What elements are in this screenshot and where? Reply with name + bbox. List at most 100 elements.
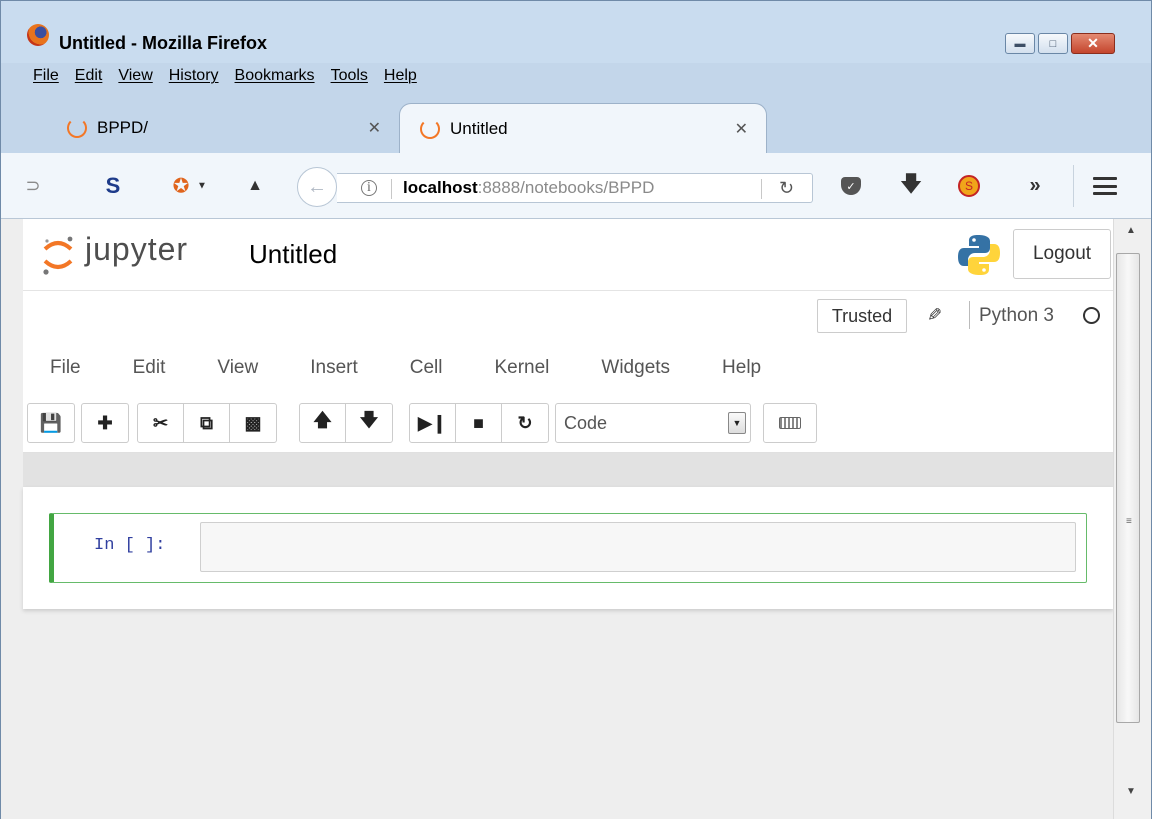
firefox-window: Untitled - Mozilla Firefox ▬ □ ✕ File Ed… <box>0 0 1152 819</box>
maximize-button[interactable]: □ <box>1038 33 1068 54</box>
nb-menu-view[interactable]: View <box>217 357 258 379</box>
url-path: :8888/notebooks/BPPD <box>477 178 655 197</box>
save-group: 💾 <box>27 403 75 443</box>
arrow-up-icon: 🡅 <box>313 410 332 430</box>
nb-menu-help[interactable]: Help <box>722 357 761 379</box>
save-button[interactable]: 💾 <box>28 404 74 442</box>
window-controls: ▬ □ ✕ <box>1005 33 1115 54</box>
url-bar[interactable]: i localhost:8888/notebooks/BPPD ↻ <box>337 173 813 203</box>
menu-file[interactable]: File <box>33 67 59 85</box>
menu-history[interactable]: History <box>169 67 219 85</box>
url-divider <box>761 179 762 199</box>
run-group: ▶❙ ■ ↻ <box>409 403 549 443</box>
code-cell[interactable]: In [ ]: <box>49 513 1087 583</box>
restart-button[interactable]: ↻ <box>502 404 548 442</box>
notebook-container: In [ ]: <box>23 487 1113 609</box>
hamburger-menu-icon[interactable] <box>1093 177 1117 195</box>
vertical-scrollbar[interactable]: ▲ ≡ ▼ <box>1113 219 1151 819</box>
noscript-icon[interactable]: S <box>958 175 980 197</box>
cell-prompt: In [ ]: <box>94 536 166 555</box>
menu-view[interactable]: View <box>118 67 152 85</box>
car-icon[interactable]: ▲ <box>247 177 263 195</box>
menu-edit[interactable]: Edit <box>75 67 103 85</box>
stop-icon: ■ <box>473 412 484 433</box>
command-palette-button[interactable] <box>763 403 817 443</box>
insert-group: ✚ <box>81 403 129 443</box>
cut-button[interactable]: ✂ <box>138 404 184 442</box>
paste-button[interactable]: ▩ <box>230 404 276 442</box>
browser-menubar: File Edit View History Bookmarks Tools H… <box>33 67 417 85</box>
jupyter-favicon-icon <box>67 118 87 138</box>
firefox-logo-icon <box>27 24 49 46</box>
run-button[interactable]: ▶❙ <box>410 404 456 442</box>
arrow-down-icon: 🡇 <box>359 410 379 430</box>
s-extension-icon[interactable]: S <box>106 173 121 199</box>
fox-extension-icon[interactable]: ✪ <box>173 174 190 199</box>
nb-menu-widgets[interactable]: Widgets <box>601 357 670 379</box>
nb-menu-kernel[interactable]: Kernel <box>494 357 549 379</box>
move-down-button[interactable]: 🡇 <box>346 404 392 442</box>
toolbar-separator <box>1073 165 1074 207</box>
interrupt-button[interactable]: ■ <box>456 404 502 442</box>
scroll-down-arrow-icon[interactable]: ▼ <box>1126 786 1136 797</box>
header-shadow-band <box>23 453 1113 487</box>
page-content: jupyter Untitled Logout Trusted ✎ Python… <box>1 219 1113 819</box>
cell-type-value: Code <box>564 412 608 433</box>
overflow-chevron-icon[interactable]: » <box>1029 175 1040 198</box>
jupyter-brand-text[interactable]: jupyter <box>85 231 188 268</box>
logout-button[interactable]: Logout <box>1013 229 1111 279</box>
download-icon[interactable]: 🡇 <box>900 167 923 205</box>
chevron-down-icon[interactable]: ▼ <box>728 412 746 434</box>
info-icon[interactable]: i <box>361 180 377 196</box>
scroll-thumb[interactable]: ≡ <box>1116 253 1140 723</box>
back-button[interactable]: ← <box>297 167 337 207</box>
menu-help[interactable]: Help <box>384 67 417 85</box>
cell-type-select[interactable]: Code ▼ <box>555 403 751 443</box>
tab-close-icon[interactable]: ✕ <box>368 118 381 138</box>
notebook-menubar: Trusted ✎ Python 3 File Edit View Insert… <box>23 291 1113 391</box>
tab-untitled[interactable]: Untitled ✕ <box>399 103 767 153</box>
window-title: Untitled - Mozilla Firefox <box>59 33 268 53</box>
pocket-icon[interactable]: ✓ <box>841 177 861 195</box>
copy-button[interactable]: ⧉ <box>184 404 230 442</box>
notebook-title[interactable]: Untitled <box>249 239 337 270</box>
nb-menu-cell[interactable]: Cell <box>410 357 443 379</box>
menu-bookmarks[interactable]: Bookmarks <box>235 67 315 85</box>
nb-menu-file[interactable]: File <box>50 357 81 379</box>
jupyter-header: jupyter Untitled Logout <box>23 219 1113 291</box>
scroll-up-arrow-icon[interactable]: ▲ <box>1126 225 1136 236</box>
nb-menu-edit[interactable]: Edit <box>133 357 166 379</box>
rss-icon[interactable]: ⊃ <box>25 176 40 197</box>
kernel-idle-indicator-icon <box>1083 307 1100 324</box>
menu-tools[interactable]: Tools <box>331 67 368 85</box>
minimize-button[interactable]: ▬ <box>1005 33 1035 54</box>
notebook-toolbar: 💾 ✚ ✂ ⧉ ▩ 🡅 🡇 ▶❙ ■ ↻ Code ▼ <box>23 391 1113 453</box>
url-text[interactable]: localhost:8888/notebooks/BPPD <box>403 178 654 198</box>
nb-menu-insert[interactable]: Insert <box>310 357 358 379</box>
plus-icon: ✚ <box>97 412 113 433</box>
close-window-button[interactable]: ✕ <box>1071 33 1115 54</box>
tab-strip: BPPD/ ✕ Untitled ✕ <box>1 101 1151 153</box>
title-bar: Untitled - Mozilla Firefox ▬ □ ✕ File Ed… <box>1 1 1151 84</box>
tab-close-icon[interactable]: ✕ <box>735 119 748 139</box>
jupyter-logo-icon[interactable] <box>41 233 75 277</box>
insert-cell-button[interactable]: ✚ <box>82 404 128 442</box>
kernel-divider <box>969 301 970 329</box>
reload-icon[interactable]: ↻ <box>779 178 794 199</box>
keyboard-icon <box>779 417 801 429</box>
pencil-icon[interactable]: ✎ <box>927 305 942 326</box>
move-up-button[interactable]: 🡅 <box>300 404 346 442</box>
save-icon: 💾 <box>39 412 63 433</box>
dropdown-arrow-icon[interactable]: ▼ <box>197 181 207 192</box>
move-group: 🡅 🡇 <box>299 403 393 443</box>
url-divider <box>391 179 392 199</box>
kernel-name: Python 3 <box>979 305 1054 326</box>
tab-bppd[interactable]: BPPD/ ✕ <box>59 105 399 151</box>
back-arrow-icon: ← <box>307 175 327 198</box>
python-logo-icon <box>958 235 1000 275</box>
trusted-badge[interactable]: Trusted <box>817 299 907 333</box>
code-input-area[interactable] <box>200 522 1076 572</box>
restart-icon: ↻ <box>517 412 533 433</box>
jupyter-favicon-icon <box>420 118 440 139</box>
url-host: localhost <box>403 178 478 197</box>
